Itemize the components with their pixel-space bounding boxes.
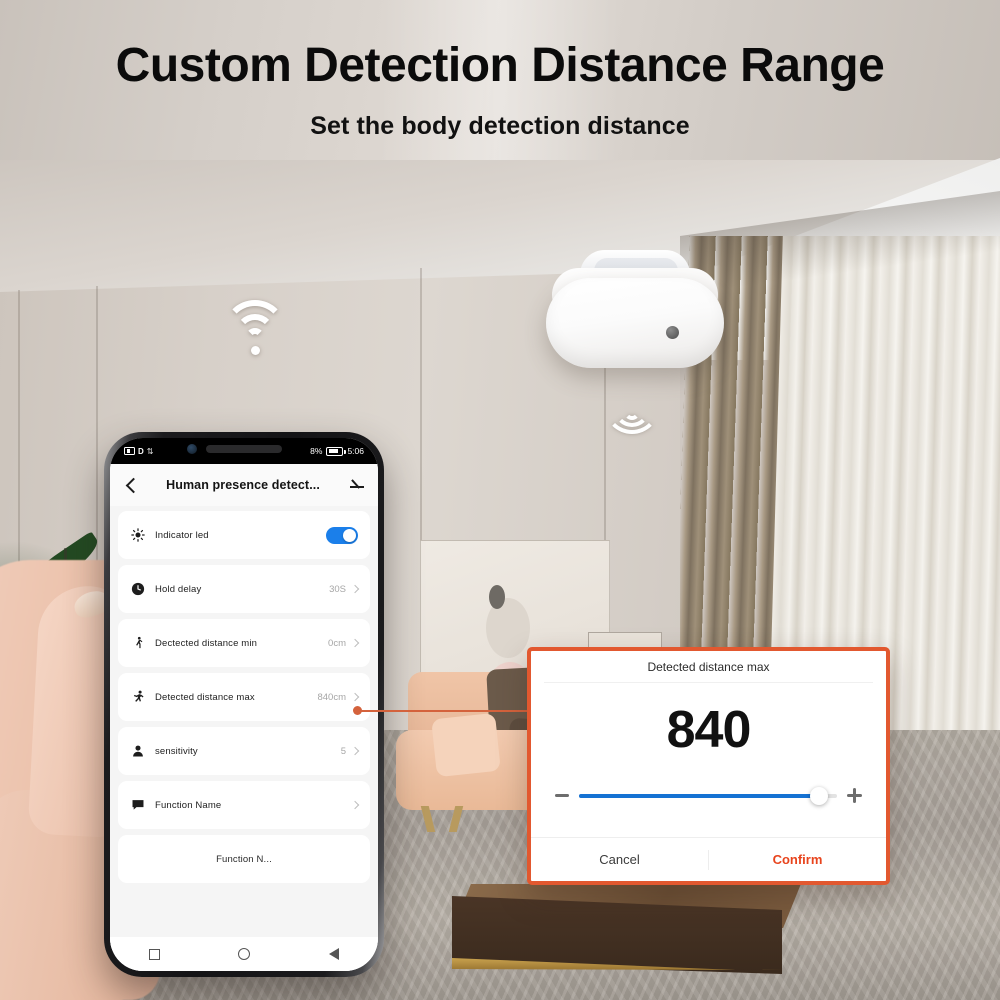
list-item-sensitivity[interactable]: sensitivity 5 <box>118 727 370 775</box>
running-person-icon <box>130 689 146 705</box>
sensor-led-indicator <box>666 326 679 339</box>
chevron-right-icon[interactable] <box>350 638 360 648</box>
battery-percent-label: 8% <box>310 446 323 456</box>
wall-art-accent <box>489 585 505 609</box>
list-item-value: 840cm <box>317 691 346 703</box>
sim-card-icon <box>124 447 135 455</box>
slider-fill <box>579 793 819 798</box>
sensor-wave-icon <box>602 378 662 434</box>
list-item-label: Function Name <box>155 799 222 811</box>
list-item-label: Detected distance max <box>155 691 255 703</box>
list-item-function-n[interactable]: Function N... <box>118 835 370 883</box>
wifi-dot <box>250 346 260 355</box>
chevron-right-icon[interactable] <box>350 746 360 756</box>
phone-screen[interactable]: D ⇅ 8% 5:06 Human presence detect... Ind… <box>110 438 378 971</box>
list-item-control <box>326 526 358 544</box>
list-item-detected-distance-min[interactable]: Dectected distance min 0cm <box>118 619 370 667</box>
callout-connector-line <box>357 710 534 712</box>
pencil-edit-icon[interactable] <box>348 476 366 494</box>
list-item-control: 5 <box>340 745 360 757</box>
status-badge: D <box>138 446 144 456</box>
list-item-hold-delay[interactable]: Hold delay 30S <box>118 565 370 613</box>
dialog-value-display: 840 <box>666 701 752 759</box>
circle-home-icon[interactable] <box>238 948 251 960</box>
android-nav-bar <box>110 937 378 971</box>
status-bar-right: 8% 5:06 <box>310 446 364 456</box>
list-item-control: 840cm <box>317 691 360 703</box>
list-item-label: Indicator led <box>155 529 209 541</box>
chat-bubble-icon <box>130 797 146 813</box>
list-item-label: Function N... <box>216 853 272 865</box>
list-item-label: Hold delay <box>155 583 202 595</box>
ceiling-presence-sensor <box>538 248 724 370</box>
list-item-control: 0cm <box>328 637 360 649</box>
dialog-title: Detected distance max <box>544 651 873 683</box>
page-title-heading: Custom Detection Distance Range <box>115 39 885 92</box>
wall-seam <box>420 268 422 578</box>
cancel-button[interactable]: Cancel <box>531 852 708 867</box>
callout-connector-dot <box>353 706 362 715</box>
walking-person-icon <box>130 635 146 651</box>
list-item-control <box>350 800 360 810</box>
square-recents-icon[interactable] <box>149 948 161 960</box>
distance-slider-group <box>555 786 862 805</box>
page-subtitle: Set the body detection distance <box>310 112 690 140</box>
chevron-right-icon[interactable] <box>350 800 360 810</box>
wave-arc <box>624 404 640 420</box>
list-item-label: sensitivity <box>155 745 198 757</box>
list-item-function-name[interactable]: Function Name <box>118 781 370 829</box>
clock-icon <box>130 581 146 597</box>
slider-track[interactable] <box>579 786 837 805</box>
confirm-button[interactable]: Confirm <box>709 852 886 867</box>
list-item-label: Dectected distance min <box>155 637 258 649</box>
list-item-indicator-led[interactable]: Indicator led <box>118 511 370 559</box>
slider-thumb[interactable] <box>809 786 828 805</box>
smartphone-device: D ⇅ 8% 5:06 Human presence detect... Ind… <box>104 432 384 977</box>
chevron-right-icon[interactable] <box>350 584 360 594</box>
triangle-back-icon[interactable] <box>328 948 339 960</box>
chevron-left-icon[interactable] <box>122 476 140 494</box>
settings-list: Indicator led Hold delay 30S Dectected d… <box>110 506 378 971</box>
battery-icon <box>326 446 346 456</box>
wifi-signal-icon <box>222 300 288 356</box>
dialog-body: 840 <box>531 683 886 837</box>
plus-icon[interactable] <box>847 788 862 803</box>
status-bar: D ⇅ 8% 5:06 <box>110 438 378 464</box>
list-item-value: 5 <box>340 745 346 757</box>
sensor-base-body <box>546 278 724 368</box>
network-arrows-icon: ⇅ <box>146 446 154 456</box>
earpiece-speaker <box>206 445 282 453</box>
minus-icon[interactable] <box>555 794 569 797</box>
list-item-detected-distance-max[interactable]: Detected distance max 840cm <box>118 673 370 721</box>
user-person-icon <box>130 743 146 759</box>
list-item-control: 30S <box>329 583 360 595</box>
front-camera <box>187 444 197 454</box>
sofa-pillow <box>431 712 501 778</box>
app-header: Human presence detect... <box>110 464 378 506</box>
wifi-arc <box>245 328 265 347</box>
status-bar-left: D ⇅ <box>124 447 153 456</box>
brightness-sun-icon <box>130 527 146 543</box>
page-title: Human presence detect... <box>166 478 320 492</box>
list-item-value: 30S <box>329 583 346 595</box>
list-item-value: 0cm <box>328 637 346 649</box>
clock-label: 5:06 <box>347 446 364 456</box>
indicator-led-toggle[interactable] <box>326 526 358 544</box>
detected-distance-max-dialog: Detected distance max 840 Cancel Confirm <box>527 647 890 885</box>
chevron-right-icon[interactable] <box>350 692 360 702</box>
dialog-actions: Cancel Confirm <box>531 837 886 881</box>
